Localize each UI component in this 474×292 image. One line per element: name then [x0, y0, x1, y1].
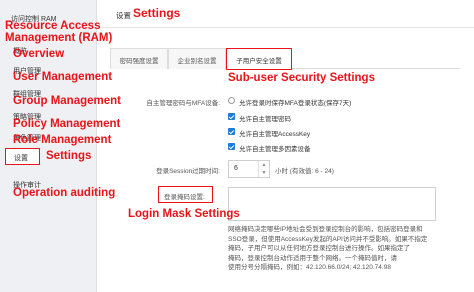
annotation-settings: Settings	[46, 150, 92, 162]
help-line: 使用分号分隔掩码，例如：42.120.66.0/24; 42.120.74.98	[228, 264, 391, 271]
option-manage-accesskey[interactable]: 允许自主管理AccessKey	[228, 127, 348, 138]
help-line: SSO登录，但使用AccessKey发起的API访问并不受影响。如果不指定	[228, 235, 428, 243]
tab-subuser-security[interactable]: 子用户安全设置	[226, 48, 292, 70]
annotation-user-management: User Management	[13, 71, 113, 83]
password-mfa-label: 自主管理密码与MFA设备:	[146, 100, 220, 107]
option-label: 允许登录时保存MFA登录状态(保存7天)	[239, 100, 352, 107]
stepper-arrows-icon[interactable]: ▲ ▼	[258, 161, 269, 177]
annotation-ram: Resource Access Management (RAM)	[5, 20, 113, 44]
option-manage-password[interactable]: 允许自主管理密码	[228, 112, 348, 123]
annotation-operation-auditing: Operation auditing	[13, 187, 116, 199]
annotation-group-management: Group Management	[13, 95, 121, 107]
checkbox-checked-icon[interactable]	[228, 128, 235, 135]
option-remember-mfa[interactable]: 允许登录时保存MFA登录状态(保存7天)	[228, 96, 388, 107]
checkbox-checked-icon[interactable]	[228, 143, 235, 150]
option-label: 允许自主管理多因素设备	[239, 146, 311, 153]
option-label: 允许自主管理密码	[239, 116, 291, 123]
page-title: 设置	[116, 11, 131, 20]
tab-password-strength[interactable]: 密码强度设置	[110, 48, 168, 69]
session-expiry-label: 登录Session过期时间:	[156, 168, 220, 175]
help-line: 掩码，登录控制台动作适用于整个网络。一个掩码值时，请	[228, 254, 397, 262]
annotation-role-management: Role Management	[13, 134, 112, 146]
option-label: 允许自主管理AccessKey	[239, 131, 311, 138]
session-expiry-hint: 小时 (有效值: 6 - 24)	[275, 168, 334, 175]
login-mask-help-text: 网络掩码决定哪些IP地址会受到登录控制台的影响，包括密码登录和 SSO登录，但使…	[228, 225, 443, 273]
annotation-policy-management: Policy Management	[13, 118, 121, 130]
login-mask-label: 登录掩码设置:	[158, 186, 213, 203]
annotation-subuser-security: Sub-user Security Settings	[228, 72, 375, 84]
tab-enterprise-alias[interactable]: 企业别名设置	[168, 48, 226, 69]
checkbox-checked-icon[interactable]	[228, 113, 235, 120]
help-line: 网络掩码决定哪些IP地址会受到登录控制台的影响，包括密码登录和	[228, 226, 423, 233]
radio-icon[interactable]	[228, 97, 235, 104]
option-manage-mfa-device[interactable]: 允许自主管理多因素设备	[228, 142, 348, 153]
sidebar-item-settings[interactable]: 设置	[5, 148, 40, 165]
help-line: 掩码，子用户可以从任何地方登录控制台进行操作。如果指定了	[228, 245, 410, 252]
tab-bar: 密码强度设置 企业别名设置 子用户安全设置	[110, 48, 460, 70]
annotation-login-mask: Login Mask Settings	[128, 208, 240, 220]
login-mask-input[interactable]	[228, 187, 436, 221]
annotation-page-settings: Settings	[133, 6, 181, 20]
annotation-overview: Overview	[13, 48, 65, 60]
